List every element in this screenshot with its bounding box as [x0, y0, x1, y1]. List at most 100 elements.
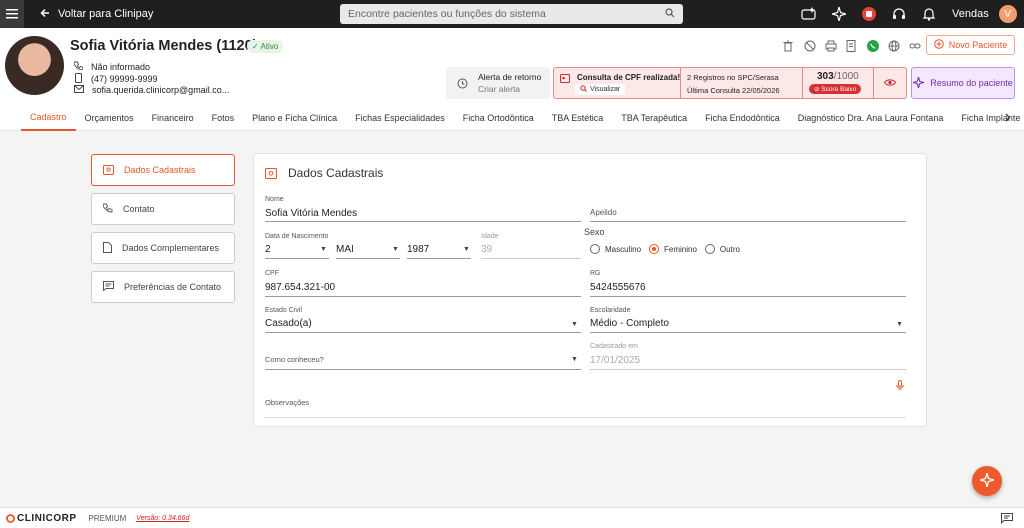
document-icon[interactable] [846, 40, 858, 52]
sidebar-item-label: Contato [123, 204, 155, 214]
cpf-divider-3 [873, 68, 874, 98]
back-link[interactable]: Voltar para Clinipay [40, 8, 153, 21]
microphone-icon[interactable] [896, 380, 904, 394]
radio-outro[interactable]: Outro [704, 244, 740, 254]
cpf-field[interactable]: 987.654.321-00 [265, 282, 335, 293]
nome-field[interactable]: Sofia Vitória Mendes [265, 208, 357, 219]
version-link[interactable]: Versão: 0.34.66d [136, 515, 189, 522]
phone-icon [102, 203, 113, 215]
tab-orcamentos[interactable]: Orçamentos [76, 105, 143, 131]
radio-label: Feminino [664, 244, 697, 254]
file-icon [103, 241, 112, 255]
id-badge-icon [103, 164, 114, 177]
trash-icon[interactable] [783, 40, 795, 52]
back-label: Voltar para Clinipay [58, 8, 154, 20]
search-input[interactable]: Encontre pacientes ou funções do sistema [340, 4, 683, 24]
tab-ficha-implante[interactable]: Ficha Implante [952, 105, 1024, 131]
idade-underline [481, 258, 581, 259]
radio-circle-selected [649, 244, 660, 254]
sexo-radio-group: Masculino Feminino Outro [590, 244, 748, 254]
plan-label: PREMIUM [88, 513, 127, 523]
mobile-row: (47) 99999-9999 [74, 73, 158, 85]
tab-ficha-ortodontica[interactable]: Ficha Ortodôntica [454, 105, 543, 131]
bell-icon[interactable] [920, 5, 938, 23]
sidebar-item-dados-cadastrais[interactable]: Dados Cadastrais [91, 154, 235, 186]
chat-icon [103, 281, 114, 293]
apelido-field[interactable] [590, 221, 906, 222]
score-badge-label: Score Baixo [821, 86, 857, 93]
nasc-month-select[interactable]: MAI [336, 244, 354, 255]
radio-feminino[interactable]: Feminino [649, 244, 697, 254]
globe-icon[interactable] [888, 40, 900, 52]
nasc-day-select[interactable]: 2 [265, 244, 271, 255]
sidebar-item-label: Dados Complementares [122, 243, 220, 253]
chevron-right-icon[interactable] [1005, 113, 1011, 124]
sidebar-item-dados-complementares[interactable]: Dados Complementares [91, 232, 235, 264]
tab-fichas-especialidades[interactable]: Fichas Especialidades [346, 105, 454, 131]
score-badge: ⊘ Score Baixo [809, 84, 862, 94]
arrow-left-icon [40, 8, 50, 21]
sidebar-item-contato[interactable]: Contato [91, 193, 235, 225]
civil-select[interactable]: Casado(a) [265, 318, 312, 329]
nome-underline [265, 221, 581, 222]
observacoes-label: Observações [265, 398, 310, 407]
tab-ficha-endodontica[interactable]: Ficha Endodôntica [696, 105, 789, 131]
tab-plano-ficha-clinica[interactable]: Plano e Ficha Clínica [243, 105, 346, 131]
new-patient-button[interactable]: Novo Paciente [926, 35, 1015, 55]
conheceu-label: Como conheceu? [265, 355, 324, 364]
sparkle-fab-button[interactable] [972, 466, 1002, 496]
email-icon [74, 85, 84, 95]
nasc-year-underline [407, 258, 471, 259]
print-icon[interactable] [825, 40, 837, 52]
radio-label: Masculino [605, 244, 642, 254]
user-menu[interactable]: Vendas V [952, 5, 1017, 23]
cpf-label: CPF [265, 270, 279, 277]
menu-icon[interactable] [0, 0, 24, 28]
email-value: sofia.querida.clinicorp@gmail.co... [92, 85, 230, 95]
tab-diagnostico[interactable]: Diagnóstico Dra. Ana Laura Fontana [789, 105, 953, 131]
patient-photo [5, 36, 64, 95]
conheceu-select[interactable] [265, 369, 581, 370]
patient-summary-button[interactable]: Resumo do paciente [911, 67, 1015, 99]
sidebar-item-preferencias-contato[interactable]: Preferências de Contato [91, 271, 235, 303]
search-icon [665, 7, 675, 21]
header-icons [783, 40, 921, 52]
tab-financeiro[interactable]: Financeiro [143, 105, 203, 131]
civil-underline [265, 332, 581, 333]
nasc-year-select[interactable]: 1987 [407, 244, 429, 255]
score-number: 303 [817, 71, 834, 82]
mobile-icon [74, 73, 83, 85]
sparkle-icon[interactable] [830, 5, 848, 23]
tab-tba-terapeutica[interactable]: TBA Terapêutica [612, 105, 696, 131]
tab-fotos[interactable]: Fotos [203, 105, 244, 131]
eye-icon[interactable] [883, 78, 897, 90]
cpf-divider [680, 68, 681, 98]
status-badge-label: Ativo [260, 42, 279, 51]
observacoes-field[interactable] [265, 417, 906, 418]
notification-badge-icon[interactable] [860, 5, 878, 23]
link-icon[interactable] [909, 40, 921, 52]
return-alert-card[interactable]: Alerta de retorno Criar alerta [446, 67, 550, 99]
headset-icon[interactable] [890, 5, 908, 23]
block-icon[interactable] [804, 40, 816, 52]
cpf-view-button[interactable]: Visualizar [575, 84, 626, 95]
form-title: Dados Cadastrais [288, 166, 384, 180]
escolaridade-select[interactable]: Médio - Completo [590, 318, 669, 329]
chat-icon[interactable] [1001, 513, 1013, 526]
ai-chat-icon[interactable] [800, 5, 818, 23]
cpf-view-label: Visualizar [590, 86, 621, 93]
radio-masculino[interactable]: Masculino [590, 244, 641, 254]
tab-tba-estetica[interactable]: TBA Estética [543, 105, 613, 131]
cpf-divider-2 [802, 68, 803, 98]
tab-cadastro[interactable]: Cadastro [21, 105, 76, 131]
new-patient-label: Novo Paciente [948, 40, 1008, 50]
plus-circle-icon [933, 39, 944, 51]
nome-label: Nome [265, 196, 284, 203]
nasc-day-underline [265, 258, 329, 259]
tab-bar: Cadastro Orçamentos Financeiro Fotos Pla… [0, 105, 1024, 131]
clinicorp-logo: CLINICORP [6, 513, 77, 524]
whatsapp-icon[interactable] [867, 40, 879, 52]
user-label: Vendas [952, 8, 989, 20]
rg-field[interactable]: 5424555676 [590, 282, 646, 293]
sidebar-item-label: Preferências de Contato [124, 282, 222, 292]
